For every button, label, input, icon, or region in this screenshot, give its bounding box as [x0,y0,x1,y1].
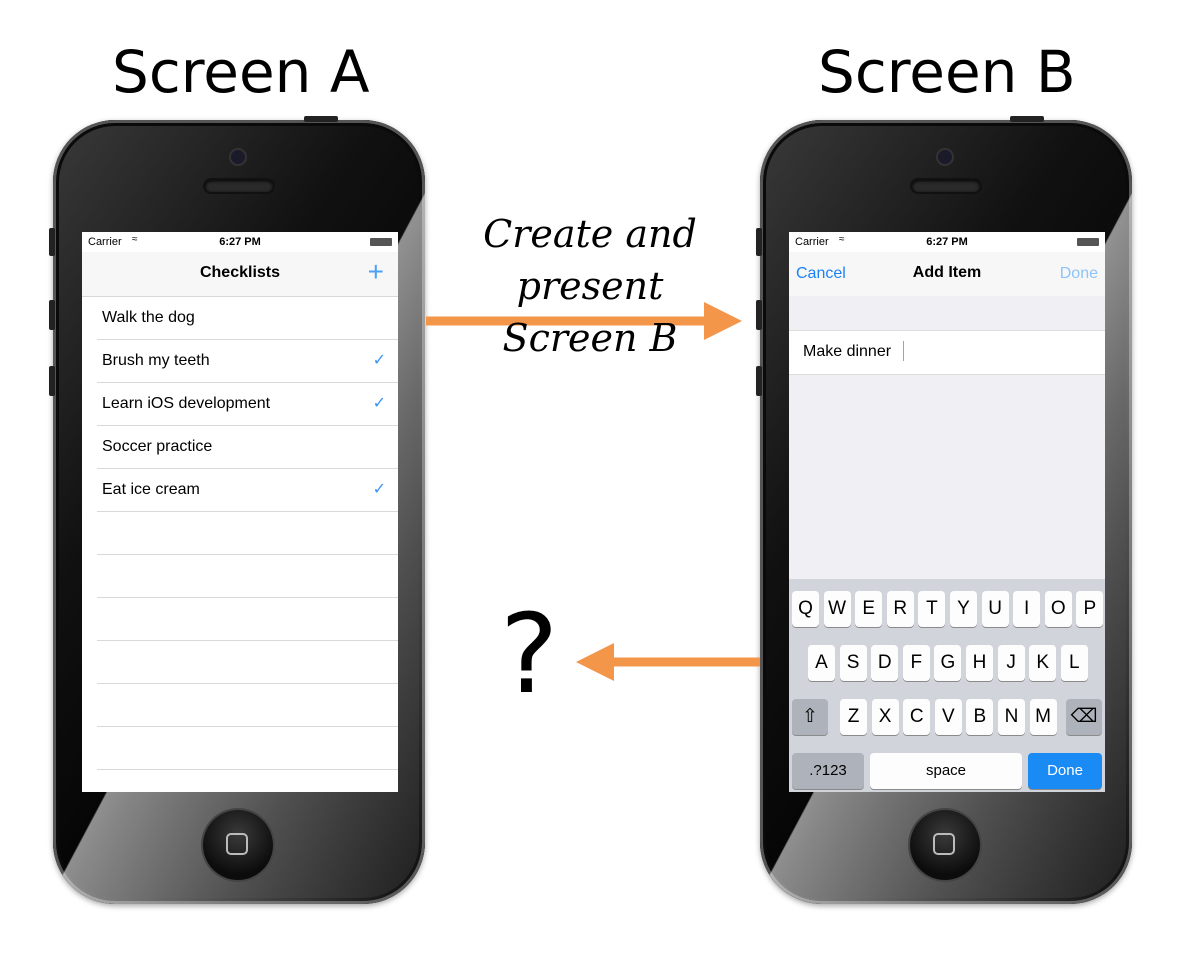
forward-arrow-label: Create and present Screen B [440,208,740,364]
question-mark: ? [500,590,559,718]
transition-arrows [426,302,760,681]
forward-label-line2: Screen B [502,316,678,360]
back-arrowhead [576,643,614,681]
forward-label-line1: Create and present [483,212,697,308]
